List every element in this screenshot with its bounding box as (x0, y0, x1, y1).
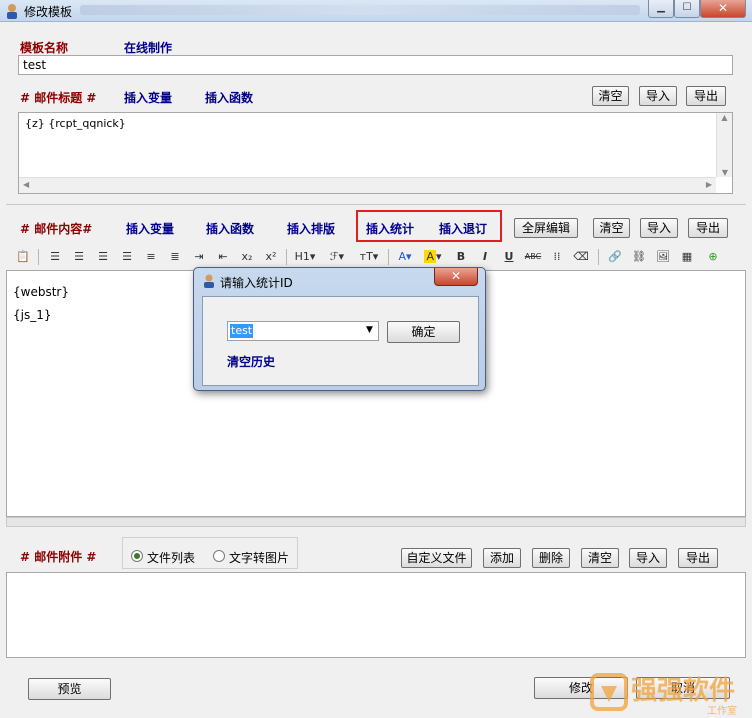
font-color-label: A (398, 250, 406, 263)
unlink-icon[interactable]: ⛓ (628, 247, 650, 267)
ordered-list-icon[interactable]: ≡ (140, 247, 162, 267)
subject-value: {z} {rcpt_qqnick} (25, 117, 126, 130)
attachment-import-button[interactable]: 导入 (629, 548, 667, 568)
italic-button[interactable]: I (474, 247, 496, 267)
highlight-color-label: A (424, 250, 436, 263)
radio-file-list-label: 文件列表 (147, 551, 196, 565)
title-bar: 修改模板 (0, 0, 752, 22)
subject-hscrollbar[interactable]: ◀ ▶ (19, 177, 716, 193)
align-right-icon[interactable]: ☰ (92, 247, 114, 267)
dialog-app-icon (202, 274, 216, 288)
indent-icon[interactable]: ⇥ (188, 247, 210, 267)
content-insert-function-link[interactable]: 插入函数 (206, 220, 254, 237)
font-family-icon[interactable]: ℱ▾ (324, 247, 350, 267)
stats-id-dialog: 请输入统计ID ✕ test ▼ 确定 清空历史 (193, 267, 486, 391)
close-window-button[interactable]: ✕ (700, 0, 746, 18)
watermark: 强强软件 工作室 (585, 666, 752, 718)
attachment-mode-group: 文件列表 文字转图片 (122, 537, 298, 569)
subject-label: # 邮件标题 # (20, 91, 97, 105)
app-icon (4, 3, 20, 19)
highlight-color-button[interactable]: A ▾ (422, 247, 444, 267)
subject-vscrollbar[interactable]: ▲ ▼ (716, 113, 732, 177)
content-insert-layout-link[interactable]: 插入排版 (287, 220, 335, 237)
insert-row-icon[interactable]: ⊕ (702, 247, 724, 267)
bold-button[interactable]: B (450, 247, 472, 267)
content-export-button[interactable]: 导出 (688, 218, 728, 238)
highlight-box (356, 210, 502, 242)
align-center-icon[interactable]: ☰ (68, 247, 90, 267)
content-import-button[interactable]: 导入 (640, 218, 678, 238)
watermark-sub: 工作室 (707, 706, 737, 717)
content-label: # 邮件内容# (20, 222, 93, 236)
template-name-value: test (23, 58, 47, 72)
table-icon[interactable]: ▦ (676, 247, 698, 267)
paste-icon[interactable]: 📋 (12, 247, 34, 267)
image-icon[interactable]: 🖼 (652, 247, 674, 267)
custom-file-button[interactable]: 自定义文件 (401, 548, 472, 568)
content-clear-button[interactable]: 清空 (593, 218, 630, 238)
subject-import-button[interactable]: 导入 (639, 86, 677, 106)
font-size-icon[interactable]: ᴛT▾ (356, 247, 382, 267)
subject-insert-function-link[interactable]: 插入函数 (205, 89, 253, 106)
editor-toolbar: 📋 ☰ ☰ ☰ ☰ ≡ ≣ ⇥ ⇤ x₂ x² H1▾ ℱ▾ ᴛT▾ A▾ A ▾… (6, 245, 746, 269)
divider (6, 204, 746, 205)
content-insert-variable-link[interactable]: 插入变量 (126, 220, 174, 237)
align-left-icon[interactable]: ☰ (44, 247, 66, 267)
dialog-close-button[interactable]: ✕ (434, 268, 478, 286)
content-line: {js_1} (13, 308, 52, 322)
attachment-delete-button[interactable]: 删除 (532, 548, 570, 568)
dialog-title: 请输入统计ID (220, 276, 293, 290)
window-title: 修改模板 (24, 5, 73, 19)
maximize-button[interactable]: ☐ (674, 0, 700, 18)
heading-dropdown[interactable]: H1▾ (292, 247, 318, 267)
toolbar-separator (38, 249, 39, 265)
dotted-grid-icon[interactable]: ⁞⁞ (546, 247, 568, 267)
toolbar-separator (286, 249, 287, 265)
dialog-confirm-button[interactable]: 确定 (387, 321, 460, 343)
attachment-clear-button[interactable]: 清空 (581, 548, 619, 568)
fullscreen-edit-button[interactable]: 全屏编辑 (514, 218, 578, 238)
superscript-button[interactable]: x² (260, 247, 282, 267)
radio-text-to-image[interactable] (213, 550, 225, 562)
radio-text-to-image-label: 文字转图片 (229, 551, 290, 565)
subject-insert-variable-link[interactable]: 插入变量 (124, 89, 172, 106)
template-name-label: 模板名称 (20, 41, 69, 55)
watermark-logo-icon (590, 673, 628, 711)
attachment-add-button[interactable]: 添加 (483, 548, 521, 568)
online-make-link[interactable]: 在线制作 (124, 39, 172, 56)
stats-id-value: test (230, 324, 254, 338)
template-name-input[interactable]: test (18, 55, 733, 75)
outdent-icon[interactable]: ⇤ (212, 247, 234, 267)
unordered-list-icon[interactable]: ≣ (164, 247, 186, 267)
attachment-export-button[interactable]: 导出 (678, 548, 718, 568)
editor-resize-bar[interactable] (6, 517, 746, 527)
radio-file-list[interactable] (131, 550, 143, 562)
toolbar-separator (388, 249, 389, 265)
attachments-label: # 邮件附件 # (20, 550, 97, 564)
subject-export-button[interactable]: 导出 (686, 86, 726, 106)
subject-textarea[interactable]: {z} {rcpt_qqnick} ▲ ▼ ◀ ▶ (18, 112, 733, 194)
subscript-button[interactable]: x₂ (236, 247, 258, 267)
combobox-dropdown-icon[interactable]: ▼ (366, 325, 373, 335)
align-justify-icon[interactable]: ☰ (116, 247, 138, 267)
preview-button[interactable]: 预览 (28, 678, 111, 700)
heading-label: H1 (294, 250, 310, 263)
font-color-button[interactable]: A▾ (394, 247, 416, 267)
title-blurred-info (80, 5, 640, 15)
content-line: {webstr} (13, 285, 69, 299)
eraser-icon[interactable]: ⌫ (570, 247, 592, 267)
stats-id-combobox[interactable]: test ▼ (227, 321, 379, 341)
underline-button[interactable]: U (498, 247, 520, 267)
subject-clear-button[interactable]: 清空 (592, 86, 629, 106)
minimize-button[interactable]: ▁ (648, 0, 674, 18)
dialog-body: test ▼ 确定 清空历史 (202, 296, 479, 386)
strikethrough-button[interactable]: ABC (522, 247, 544, 267)
attachment-list[interactable] (6, 572, 746, 658)
clear-history-link[interactable]: 清空历史 (227, 353, 275, 370)
link-icon[interactable]: 🔗 (604, 247, 626, 267)
toolbar-separator (598, 249, 599, 265)
